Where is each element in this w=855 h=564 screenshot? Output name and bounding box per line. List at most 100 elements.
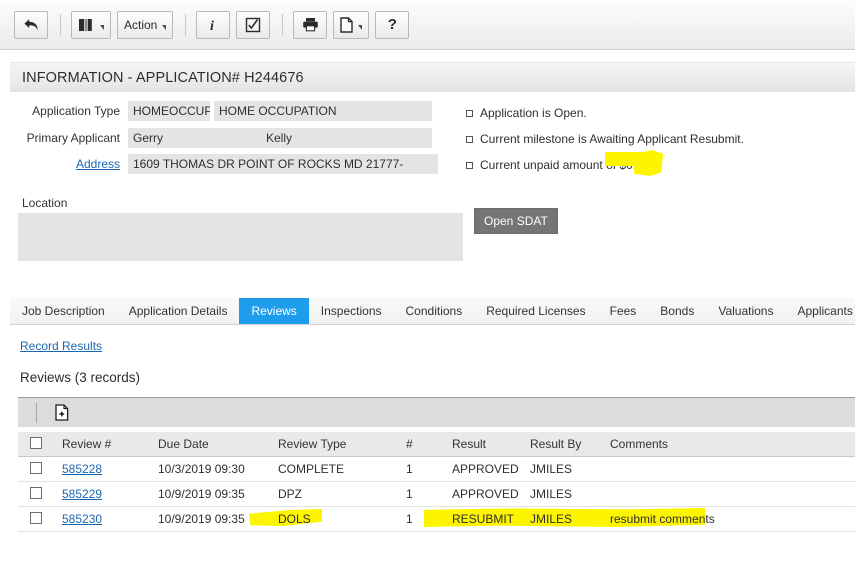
- tab-reviews[interactable]: Reviews: [239, 298, 309, 324]
- application-window: Action i ? INFORMATION - APPLICATION# H2…: [0, 0, 855, 564]
- row-checkbox[interactable]: [30, 486, 42, 499]
- column-header-comments[interactable]: Comments: [602, 437, 842, 451]
- open-sdat-button[interactable]: Open SDAT: [474, 208, 558, 234]
- page-title: INFORMATION - APPLICATION# H244676: [22, 69, 304, 86]
- application-type-label: Application Type: [32, 104, 120, 118]
- grid-toolbar: [18, 397, 855, 427]
- toolbar-separator-2: [185, 13, 187, 36]
- column-header-result[interactable]: Result: [444, 437, 522, 451]
- cell-review-number[interactable]: 585230: [54, 512, 150, 526]
- row-select-cell: [18, 461, 54, 477]
- action-menu-label: Action: [124, 17, 158, 32]
- row-select-cell: [18, 486, 54, 502]
- status-summary-list: Application is Open. Current milestone i…: [466, 106, 744, 184]
- book-icon: [79, 18, 92, 31]
- cell-result-by: JMILES: [530, 462, 573, 476]
- application-type-row: Application Type HOMEOCCUP HOME OCCUPATI…: [18, 101, 432, 121]
- row-select-cell: [18, 511, 54, 527]
- svg-text:i: i: [210, 19, 214, 33]
- book-button[interactable]: [71, 10, 111, 39]
- table-row[interactable]: 585228 10/3/2019 09:30 COMPLETE 1 APPROV…: [18, 457, 855, 482]
- column-header-number[interactable]: #: [398, 437, 444, 451]
- tab-inspections[interactable]: Inspections: [309, 298, 394, 324]
- cell-due-date: 10/3/2019 09:30: [158, 462, 245, 476]
- help-button[interactable]: ?: [375, 10, 410, 39]
- primary-applicant-last-name: Kelly: [266, 131, 293, 145]
- tab-bonds[interactable]: Bonds: [648, 298, 706, 324]
- cell-result: APPROVED: [452, 487, 519, 501]
- select-all-checkbox[interactable]: [30, 436, 42, 449]
- tab-valuations[interactable]: Valuations: [706, 298, 785, 324]
- status-item-label: Current milestone is Awaiting Applicant …: [480, 132, 744, 146]
- row-checkbox[interactable]: [30, 511, 42, 524]
- location-field[interactable]: [18, 213, 463, 261]
- column-header-due-date[interactable]: Due Date: [150, 437, 270, 451]
- action-menu-button[interactable]: Action: [117, 10, 174, 39]
- primary-applicant-field[interactable]: Gerry Kelly: [128, 128, 432, 148]
- tab-conditions[interactable]: Conditions: [394, 298, 475, 324]
- checkbox-button[interactable]: [236, 10, 271, 39]
- tab-required-licenses[interactable]: Required Licenses: [474, 298, 597, 324]
- cell-due-date: 10/9/2019 09:35: [158, 487, 245, 501]
- record-results-link[interactable]: Record Results: [20, 339, 102, 353]
- column-header-review-number[interactable]: Review #: [54, 437, 150, 451]
- document-icon: [340, 16, 354, 33]
- cell-review-number[interactable]: 585228: [54, 462, 150, 476]
- application-type-code-field[interactable]: HOMEOCCUP: [128, 101, 210, 121]
- row-checkbox[interactable]: [30, 461, 42, 474]
- square-bullet-icon: [466, 162, 473, 169]
- tab-fees[interactable]: Fees: [598, 298, 649, 324]
- book-dropdown-caret-icon: [100, 25, 104, 30]
- cell-result: RESUBMIT: [452, 512, 515, 526]
- tab-job-description[interactable]: Job Description: [10, 298, 117, 324]
- tab-applicants[interactable]: Applicants: [785, 298, 855, 324]
- status-item-label: Current unpaid amount of $0.00.: [480, 158, 653, 172]
- table-row[interactable]: 585229 10/9/2019 09:35 DPZ 1 APPROVED JM…: [18, 482, 855, 507]
- grid-header-row: Review # Due Date Review Type # Result R…: [18, 432, 855, 457]
- primary-applicant-row: Primary Applicant Gerry Kelly: [18, 128, 432, 148]
- document-button[interactable]: [333, 10, 370, 39]
- reviews-grid: Review # Due Date Review Type # Result R…: [18, 432, 855, 532]
- cell-due-date: 10/9/2019 09:35: [158, 512, 245, 526]
- back-button[interactable]: [14, 10, 48, 39]
- address-field[interactable]: 1609 THOMAS DR POINT OF ROCKS MD 21777-: [128, 154, 438, 174]
- cell-number: 1: [406, 462, 413, 476]
- tab-application-details[interactable]: Application Details: [117, 298, 240, 324]
- tab-bar: Job Description Application Details Revi…: [10, 298, 855, 325]
- cell-result: APPROVED: [452, 462, 519, 476]
- column-header-result-by[interactable]: Result By: [522, 437, 602, 451]
- reviews-section-title: Reviews (3 records): [20, 370, 141, 385]
- primary-applicant-first-name: Gerry: [133, 131, 163, 145]
- status-item: Current unpaid amount of $0.00.: [466, 158, 744, 172]
- table-row[interactable]: 585230 10/9/2019 09:35 DOLS 1 RESUBMIT J…: [18, 507, 855, 532]
- new-record-button[interactable]: [55, 404, 69, 421]
- back-arrow-icon: [23, 18, 38, 30]
- square-bullet-icon: [466, 136, 473, 143]
- action-dropdown-caret-icon: [162, 25, 167, 30]
- status-item-label: Application is Open.: [480, 106, 587, 120]
- cell-review-type: DOLS: [278, 512, 311, 526]
- cell-review-type: DPZ: [278, 487, 302, 501]
- new-document-icon: [55, 404, 69, 421]
- document-dropdown-caret-icon: [358, 25, 363, 30]
- toolbar-separator-3: [282, 13, 284, 36]
- cell-result-by: JMILES: [530, 487, 573, 501]
- select-all-cell: [18, 436, 54, 452]
- cell-number: 1: [406, 512, 413, 526]
- info-italic-i-icon: i: [210, 19, 214, 33]
- checked-box-icon: [246, 17, 261, 32]
- address-row: Address 1609 THOMAS DR POINT OF ROCKS MD…: [18, 154, 438, 174]
- application-type-desc-field[interactable]: HOME OCCUPATION: [214, 101, 432, 121]
- print-button[interactable]: [293, 10, 328, 39]
- cell-review-number[interactable]: 585229: [54, 487, 150, 501]
- status-item: Current milestone is Awaiting Applicant …: [466, 132, 744, 146]
- main-toolbar: Action i ?: [0, 0, 855, 50]
- column-header-review-type[interactable]: Review Type: [270, 437, 398, 451]
- cell-result-by: JMILES: [530, 512, 573, 526]
- information-header-bar: INFORMATION - APPLICATION# H244676: [10, 62, 855, 92]
- location-label: Location: [22, 196, 68, 210]
- info-button[interactable]: i: [196, 10, 231, 39]
- cell-review-type: COMPLETE: [278, 462, 345, 476]
- address-link[interactable]: Address: [18, 157, 128, 171]
- grid-toolbar-separator: [36, 402, 37, 423]
